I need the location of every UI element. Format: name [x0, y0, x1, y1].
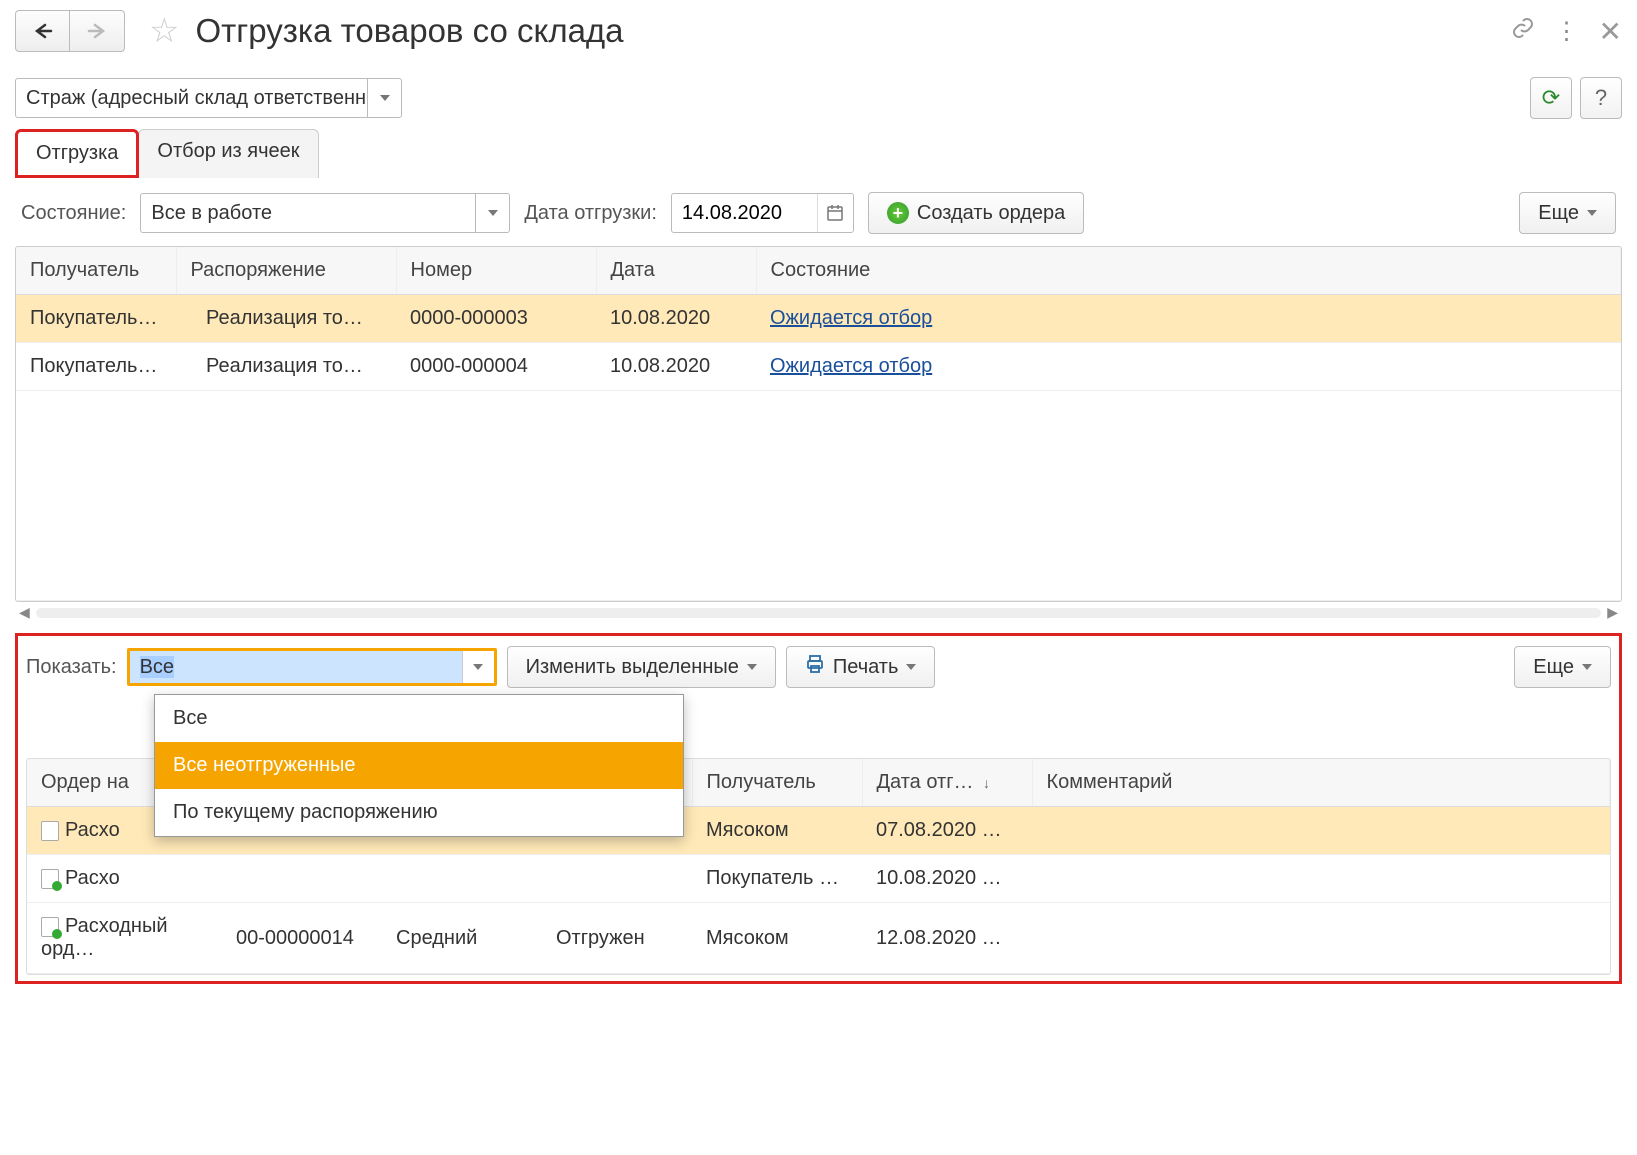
- print-icon: [805, 654, 825, 680]
- outgoing-row[interactable]: Расхо Покупатель … 10.08.2020 …: [27, 855, 1610, 903]
- scroll-right-icon[interactable]: ▶: [1607, 604, 1618, 621]
- print-button[interactable]: Печать: [786, 646, 936, 688]
- cell: Средний: [382, 903, 542, 974]
- cell-comment: [1032, 855, 1610, 903]
- print-label: Печать: [833, 656, 899, 679]
- state-label: Состояние:: [21, 202, 126, 225]
- cell-recipient: Покупатель …: [692, 855, 862, 903]
- cell: 00-00000014: [222, 903, 382, 974]
- col-ship-date-label: Дата отг…: [877, 771, 974, 793]
- ship-date-label: Дата отгрузки:: [524, 202, 657, 225]
- state-select[interactable]: Все в работе: [140, 193, 510, 233]
- col-comment[interactable]: Комментарий: [1032, 759, 1610, 807]
- more-button-top[interactable]: Еще: [1519, 192, 1616, 234]
- tab-shipment[interactable]: Отгрузка: [15, 129, 139, 178]
- cell-date: 07.08.2020 …: [862, 807, 1032, 855]
- document-icon: [41, 821, 59, 841]
- show-select[interactable]: Все: [127, 648, 497, 686]
- cell: Отгружен: [542, 903, 692, 974]
- state-value: Все в работе: [141, 202, 475, 225]
- close-icon[interactable]: ✕: [1599, 15, 1622, 48]
- order-row[interactable]: Покупатель… Реализация то… 0000-000004 1…: [16, 343, 1621, 391]
- nav-forward-button[interactable]: [70, 10, 125, 52]
- cell-doc: Расхо: [65, 867, 120, 889]
- tab-picking[interactable]: Отбор из ячеек: [138, 129, 318, 178]
- help-button[interactable]: ?: [1580, 77, 1622, 119]
- cell: [542, 855, 692, 903]
- show-dropdown-icon[interactable]: [462, 651, 494, 683]
- cell-recipient: Покупатель…: [16, 343, 176, 391]
- cell-recipient: Мясоком: [692, 807, 862, 855]
- change-selected-button[interactable]: Изменить выделенные: [507, 646, 776, 688]
- state-dropdown-icon[interactable]: [475, 194, 509, 232]
- show-dropdown-popup: Все Все неотгруженные По текущему распор…: [154, 694, 684, 837]
- change-selected-label: Изменить выделенные: [526, 656, 739, 679]
- favorite-star-icon[interactable]: ☆: [149, 11, 179, 51]
- cell-recipient: Мясоком: [692, 903, 862, 974]
- sort-down-icon: ↓: [983, 775, 990, 791]
- cell: [222, 855, 382, 903]
- col-ship-date[interactable]: Дата отг… ↓: [862, 759, 1032, 807]
- plus-icon: +: [887, 202, 909, 224]
- create-orders-label: Создать ордера: [917, 202, 1065, 225]
- warehouse-dropdown-icon[interactable]: [367, 79, 401, 117]
- document-icon: [41, 917, 59, 937]
- refresh-icon: ⟳: [1542, 85, 1560, 111]
- nav-back-button[interactable]: [15, 10, 70, 52]
- refresh-button[interactable]: ⟳: [1530, 77, 1572, 119]
- help-icon: ?: [1595, 85, 1607, 111]
- col-date[interactable]: Дата: [596, 247, 756, 295]
- dropdown-item-all[interactable]: Все: [155, 695, 683, 742]
- more-label: Еще: [1533, 656, 1574, 679]
- cell-state-link[interactable]: Ожидается отбор: [770, 355, 932, 377]
- cell-number: 0000-000004: [396, 343, 596, 391]
- cell-date: 12.08.2020 …: [862, 903, 1032, 974]
- calendar-icon[interactable]: [817, 194, 853, 232]
- warehouse-select[interactable]: Страж (адресный склад ответственн: [15, 78, 402, 118]
- cell-date: 10.08.2020 …: [862, 855, 1032, 903]
- col-state[interactable]: Состояние: [756, 247, 1621, 295]
- grid-empty-area: [16, 391, 1621, 601]
- cell-order: Реализация то…: [176, 343, 396, 391]
- col-recipient2[interactable]: Получатель: [692, 759, 862, 807]
- cell-comment: [1032, 807, 1610, 855]
- cell-doc: Расхо: [65, 819, 120, 841]
- scrollbar[interactable]: [36, 608, 1601, 618]
- outgoing-row[interactable]: Расходный орд… 00-00000014 Средний Отгру…: [27, 903, 1610, 974]
- cell-date: 10.08.2020: [596, 343, 756, 391]
- kebab-menu-icon[interactable]: ⋮: [1555, 17, 1579, 46]
- warehouse-value: Страж (адресный склад ответственн: [16, 87, 367, 110]
- ship-date-input-box[interactable]: [671, 193, 854, 233]
- dropdown-item-unshipped[interactable]: Все неотгруженные: [155, 742, 683, 789]
- cell-comment: [1032, 903, 1610, 974]
- create-orders-button[interactable]: + Создать ордера: [868, 192, 1084, 234]
- scroll-left-icon[interactable]: ◀: [19, 604, 30, 621]
- cell-state-link[interactable]: Ожидается отбор: [770, 307, 932, 329]
- cell-date: 10.08.2020: [596, 295, 756, 343]
- link-icon[interactable]: [1511, 16, 1535, 47]
- col-order[interactable]: Распоряжение: [176, 247, 396, 295]
- more-button-bottom[interactable]: Еще: [1514, 646, 1611, 688]
- ship-date-input[interactable]: [672, 194, 817, 232]
- show-value: Все: [130, 651, 462, 683]
- col-number[interactable]: Номер: [396, 247, 596, 295]
- cell-number: 0000-000003: [396, 295, 596, 343]
- cell-recipient: Покупатель…: [16, 295, 176, 343]
- order-row[interactable]: Покупатель… Реализация то… 0000-000003 1…: [16, 295, 1621, 343]
- cell: [382, 855, 542, 903]
- dropdown-item-current[interactable]: По текущему распоряжению: [155, 789, 683, 836]
- more-label: Еще: [1538, 202, 1579, 225]
- page-title: Отгрузка товаров со склада: [195, 12, 623, 50]
- orders-grid: Получатель Распоряжение Номер Дата Состо…: [15, 246, 1622, 602]
- show-label: Показать:: [26, 656, 117, 679]
- document-icon: [41, 869, 59, 889]
- cell-order: Реализация то…: [176, 295, 396, 343]
- col-recipient[interactable]: Получатель: [16, 247, 176, 295]
